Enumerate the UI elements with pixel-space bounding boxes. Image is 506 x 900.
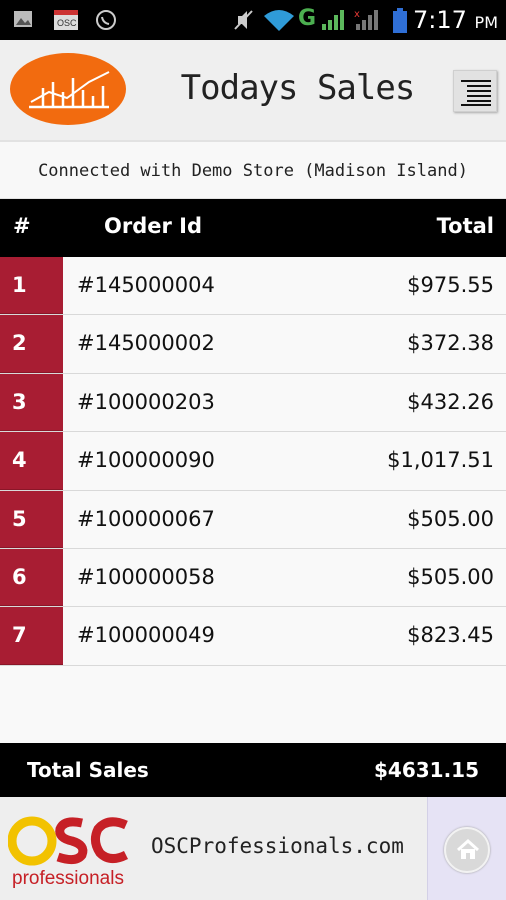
row-number: 4 bbox=[0, 432, 63, 490]
mute-icon bbox=[234, 10, 253, 30]
status-bar: OSC G x 7:17 PM bbox=[0, 0, 506, 40]
order-id: #145000004 bbox=[77, 273, 215, 297]
osc-app-icon: OSC bbox=[54, 10, 78, 30]
menu-button[interactable] bbox=[453, 70, 497, 112]
home-panel bbox=[427, 797, 506, 900]
signal-icon-no-sim: x bbox=[354, 9, 378, 30]
network-type-label: G bbox=[298, 6, 317, 31]
page-title: Todays Sales bbox=[180, 68, 416, 108]
order-total: $505.00 bbox=[407, 506, 494, 531]
menu-icon bbox=[461, 80, 491, 106]
total-sales-bar: Total Sales $4631.15 bbox=[0, 743, 506, 797]
whatsapp-icon bbox=[96, 10, 116, 30]
home-icon bbox=[456, 838, 480, 859]
order-id: #100000058 bbox=[77, 564, 215, 589]
order-total: $432.26 bbox=[407, 389, 494, 414]
svg-text:x: x bbox=[354, 9, 360, 20]
order-total: $1,017.51 bbox=[387, 448, 494, 473]
row-number: 6 bbox=[0, 548, 63, 607]
total-sales-label: Total Sales bbox=[27, 758, 149, 782]
signal-icon bbox=[322, 10, 344, 30]
image-icon bbox=[14, 11, 32, 27]
app-header: Todays Sales bbox=[0, 40, 506, 140]
orders-list: 1 #145000004 $975.55 2 #145000002 $372.3… bbox=[0, 257, 506, 666]
order-total: $823.45 bbox=[407, 623, 494, 648]
footer: professionals OSCProfessionals.com bbox=[0, 797, 506, 900]
table-row[interactable]: 5 #100000067 $505.00 bbox=[0, 490, 506, 549]
svg-text:professionals: professionals bbox=[12, 868, 124, 889]
order-id: #100000067 bbox=[77, 506, 215, 531]
row-number: 3 bbox=[0, 373, 63, 432]
table-row[interactable]: 3 #100000203 $432.26 bbox=[0, 373, 506, 433]
osc-professionals-logo[interactable]: professionals bbox=[8, 805, 132, 891]
order-id: #145000002 bbox=[77, 331, 215, 356]
order-id: #100000203 bbox=[77, 389, 215, 414]
table-row[interactable]: 4 #100000090 $1,017.51 bbox=[0, 432, 506, 491]
wifi-icon bbox=[264, 10, 294, 31]
table-row[interactable]: 2 #145000002 $372.38 bbox=[0, 315, 506, 374]
order-total: $505.00 bbox=[407, 564, 494, 589]
column-header-total: Total bbox=[436, 214, 494, 238]
status-time: 7:17 PM bbox=[413, 6, 498, 34]
sales-chart-logo bbox=[10, 53, 126, 125]
order-total: $372.38 bbox=[407, 331, 494, 356]
table-row[interactable]: 7 #100000049 $823.45 bbox=[0, 607, 506, 666]
order-id: #100000090 bbox=[77, 448, 215, 473]
list-empty-space bbox=[0, 666, 506, 743]
total-sales-value: $4631.15 bbox=[373, 758, 479, 782]
row-number: 2 bbox=[0, 315, 63, 373]
table-row[interactable]: 6 #100000058 $505.00 bbox=[0, 548, 506, 608]
table-header: # Order Id Total bbox=[0, 199, 506, 257]
order-total: $975.55 bbox=[407, 273, 494, 297]
order-id: #100000049 bbox=[77, 623, 215, 648]
table-row[interactable]: 1 #145000004 $975.55 bbox=[0, 257, 506, 316]
connection-status: Connected with Demo Store (Madison Islan… bbox=[0, 140, 506, 199]
row-number: 5 bbox=[0, 490, 63, 548]
column-header-order-id: Order Id bbox=[104, 214, 202, 238]
row-number: 7 bbox=[0, 607, 63, 665]
website-link[interactable]: OSCProfessionals.com bbox=[151, 834, 404, 858]
home-button[interactable] bbox=[444, 827, 490, 873]
svg-text:OSC: OSC bbox=[57, 18, 77, 28]
battery-icon bbox=[393, 8, 407, 33]
column-header-num: # bbox=[13, 214, 31, 238]
row-number: 1 bbox=[0, 257, 63, 315]
